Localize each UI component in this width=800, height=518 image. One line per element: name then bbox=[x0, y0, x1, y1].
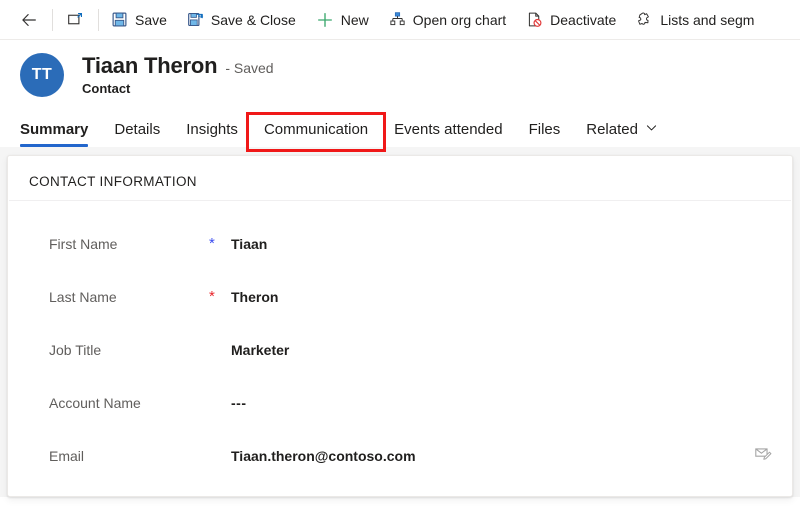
required-marker-first-name: * bbox=[209, 235, 215, 253]
toolbar-divider-2 bbox=[98, 8, 99, 31]
save-icon bbox=[111, 11, 128, 28]
record-title-line: Tiaan Theron - Saved bbox=[82, 53, 274, 78]
tab-related[interactable]: Related bbox=[573, 121, 671, 147]
field-row-email[interactable]: Email Tiaan.theron@contoso.com bbox=[8, 429, 792, 482]
field-label-account-name: Account Name bbox=[49, 394, 141, 411]
back-button[interactable] bbox=[8, 0, 50, 39]
new-button[interactable]: New bbox=[306, 0, 379, 39]
open-org-chart-button-label: Open org chart bbox=[412, 11, 507, 28]
contact-information-card: CONTACT INFORMATION First Name * Tiaan L… bbox=[7, 155, 793, 498]
status-badge: - Saved bbox=[225, 60, 274, 76]
tab-communication-label: Communication bbox=[263, 121, 369, 139]
tab-insights[interactable]: Insights bbox=[173, 121, 251, 147]
lists-and-segments-button-label: Lists and segm bbox=[660, 11, 755, 28]
plus-icon bbox=[316, 11, 334, 29]
field-label-last-name: Last Name bbox=[49, 288, 117, 305]
field-label-first-name: First Name bbox=[49, 235, 118, 252]
field-row-job-title[interactable]: Job Title Marketer bbox=[8, 323, 792, 376]
save-button[interactable]: Save bbox=[101, 0, 177, 39]
tab-details[interactable]: Details bbox=[101, 121, 173, 147]
chevron-down-icon bbox=[645, 121, 658, 138]
lists-and-segments-button[interactable]: Lists and segm bbox=[626, 0, 764, 39]
field-value-email[interactable]: Tiaan.theron@contoso.com bbox=[231, 448, 754, 464]
field-value-account-name[interactable]: --- bbox=[231, 395, 772, 411]
field-label-job-title: Job Title bbox=[49, 341, 102, 358]
field-row-first-name[interactable]: First Name * Tiaan bbox=[8, 217, 792, 270]
field-value-first-name[interactable]: Tiaan bbox=[231, 236, 772, 252]
tab-events-attended[interactable]: Events attended bbox=[381, 121, 515, 147]
toolbar-divider-1 bbox=[52, 8, 53, 31]
tab-details-label: Details bbox=[114, 121, 161, 139]
popout-icon bbox=[67, 11, 84, 28]
field-row-last-name[interactable]: Last Name * Theron bbox=[8, 270, 792, 323]
open-org-chart-button[interactable]: Open org chart bbox=[379, 0, 516, 39]
save-button-label: Save bbox=[135, 11, 167, 28]
section-title-contact-information: CONTACT INFORMATION bbox=[9, 156, 791, 202]
record-entity-type: Contact bbox=[82, 81, 131, 97]
record-header: TT Tiaan Theron - Saved Contact bbox=[0, 40, 800, 108]
deactivate-icon bbox=[526, 11, 543, 28]
tab-communication[interactable]: Communication bbox=[245, 112, 387, 153]
field-label-email: Email bbox=[49, 447, 85, 464]
email-compose-icon[interactable] bbox=[754, 444, 772, 467]
record-header-text: Tiaan Theron - Saved Contact bbox=[82, 53, 274, 97]
page-title: Tiaan Theron bbox=[82, 53, 218, 78]
command-bar: Save Save & Close New Open org chart Dea… bbox=[0, 0, 800, 40]
form-content-area: CONTACT INFORMATION First Name * Tiaan L… bbox=[0, 147, 800, 498]
tab-insights-label: Insights bbox=[186, 121, 238, 139]
tab-related-label: Related bbox=[586, 121, 638, 139]
deactivate-button-label: Deactivate bbox=[550, 11, 617, 28]
tab-summary-label: Summary bbox=[20, 121, 89, 139]
tab-bar: Summary Details Insights Communication E… bbox=[0, 107, 800, 153]
avatar-initials: TT bbox=[31, 66, 53, 84]
tab-summary[interactable]: Summary bbox=[20, 121, 101, 148]
required-marker-last-name: * bbox=[209, 288, 215, 306]
lists-segments-icon bbox=[636, 11, 653, 28]
field-value-job-title[interactable]: Marketer bbox=[231, 342, 772, 358]
avatar: TT bbox=[20, 53, 64, 98]
field-row-account-name[interactable]: Account Name --- bbox=[8, 376, 792, 429]
new-button-label: New bbox=[340, 11, 369, 28]
field-value-last-name[interactable]: Theron bbox=[231, 289, 772, 305]
deactivate-button[interactable]: Deactivate bbox=[516, 0, 626, 39]
save-and-close-button-label: Save & Close bbox=[210, 11, 296, 28]
tab-files[interactable]: Files bbox=[516, 121, 574, 147]
save-and-close-icon bbox=[187, 11, 204, 28]
open-in-new-window-button[interactable] bbox=[55, 0, 96, 39]
tab-files-label: Files bbox=[528, 121, 561, 139]
org-chart-icon bbox=[389, 11, 406, 28]
tab-events-attended-label: Events attended bbox=[394, 121, 503, 139]
back-arrow-icon bbox=[20, 11, 38, 29]
save-and-close-button[interactable]: Save & Close bbox=[177, 0, 306, 39]
